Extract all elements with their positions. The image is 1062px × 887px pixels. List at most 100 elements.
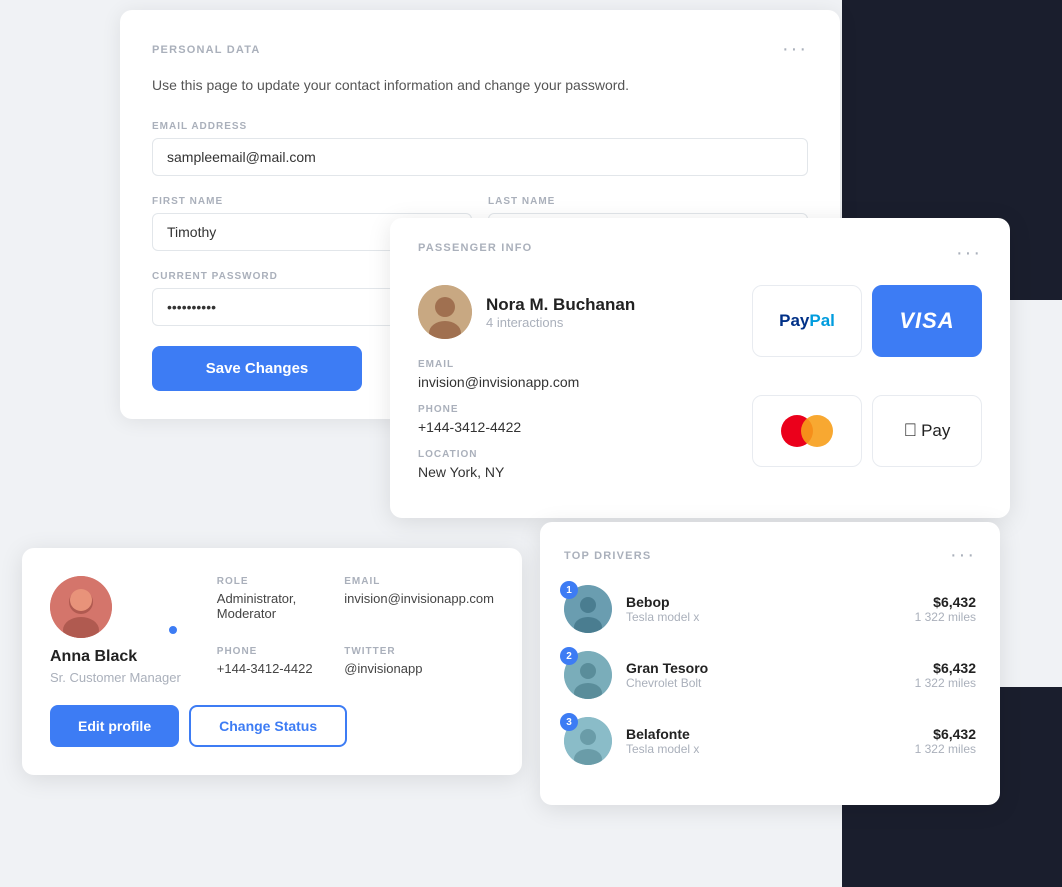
apple-icon:  [904, 420, 918, 441]
apple-pay-card[interactable]:  Pay [872, 395, 982, 467]
profile-role-value: Administrator, Moderator [217, 591, 328, 621]
save-changes-button[interactable]: Save Changes [152, 346, 362, 391]
driver-info-3: Belafonte Tesla model x [626, 726, 901, 756]
top-drivers-header: TOP DRIVERS ··· [564, 544, 976, 567]
passenger-name-info: Nora M. Buchanan 4 interactions [486, 295, 635, 330]
email-label: EMAIL ADDRESS [152, 121, 808, 132]
driver-row-3: 3 Belafonte Tesla model x $6,432 1 322 m… [564, 717, 976, 765]
top-drivers-menu-dots[interactable]: ··· [950, 544, 976, 567]
driver-earnings-2: $6,432 [915, 660, 976, 676]
profile-role-group: ROLE Administrator, Moderator [217, 576, 328, 630]
profile-twitter-value: @invisionapp [344, 661, 494, 676]
profile-avatar-wrap [50, 576, 181, 638]
passenger-phone-label: PHONE [418, 404, 728, 415]
passenger-info-left: Nora M. Buchanan 4 interactions EMAIL in… [418, 285, 728, 494]
driver-vehicle-3: Tesla model x [626, 742, 901, 756]
mastercard-logo [781, 415, 833, 447]
top-drivers-title: TOP DRIVERS [564, 550, 651, 562]
driver-vehicle-2: Chevrolet Bolt [626, 676, 901, 690]
driver-row-2: 2 Gran Tesoro Chevrolet Bolt $6,432 1 32… [564, 651, 976, 699]
driver-stats-1: $6,432 1 322 miles [915, 594, 976, 624]
profile-role-label: ROLE [217, 576, 328, 587]
last-name-label: LAST NAME [488, 196, 808, 207]
email-input[interactable] [152, 138, 808, 176]
profile-buttons: Edit profile Change Status [50, 705, 494, 747]
passenger-email-section: EMAIL invision@invisionapp.com [418, 359, 728, 390]
profile-phone-group: PHONE +144-3412-4422 [217, 646, 328, 685]
driver-rank-badge-1: 1 [560, 581, 578, 599]
driver-rank-avatar-2: 2 [564, 651, 612, 699]
profile-role-display: Sr. Customer Manager [50, 670, 181, 685]
passenger-info-menu-dots[interactable]: ··· [956, 242, 982, 265]
profile-avatar [50, 576, 112, 638]
profile-top: Anna Black Sr. Customer Manager ROLE Adm… [50, 576, 494, 685]
edit-profile-button[interactable]: Edit profile [50, 705, 179, 747]
driver-name-1: Bebop [626, 594, 901, 610]
driver-miles-1: 1 322 miles [915, 610, 976, 624]
driver-rank-avatar-1: 1 [564, 585, 612, 633]
driver-miles-2: 1 322 miles [915, 676, 976, 690]
passenger-location-value: New York, NY [418, 464, 728, 480]
profile-phone-value: +144-3412-4422 [217, 661, 328, 676]
passenger-location-section: LOCATION New York, NY [418, 449, 728, 480]
change-status-button[interactable]: Change Status [189, 705, 347, 747]
passenger-email-value: invision@invisionapp.com [418, 374, 728, 390]
passenger-phone-value: +144-3412-4422 [418, 419, 728, 435]
driver-vehicle-1: Tesla model x [626, 610, 901, 624]
profile-email-group: EMAIL invision@invisionapp.com [344, 576, 494, 630]
driver-info-2: Gran Tesoro Chevrolet Bolt [626, 660, 901, 690]
personal-data-title: PERSONAL DATA [152, 44, 261, 56]
driver-rank-badge-3: 3 [560, 713, 578, 731]
profile-status-dot [167, 624, 179, 636]
profile-avatar-svg [50, 576, 112, 638]
passenger-info-title: PASSENGER INFO [418, 242, 532, 254]
personal-data-description: Use this page to update your contact inf… [152, 77, 808, 93]
driver-rank-badge-2: 2 [560, 647, 578, 665]
driver-info-1: Bebop Tesla model x [626, 594, 901, 624]
personal-data-header: PERSONAL DATA ··· [152, 38, 808, 61]
passenger-avatar [418, 285, 472, 339]
profile-name: Anna Black [50, 648, 181, 666]
driver-stats-2: $6,432 1 322 miles [915, 660, 976, 690]
profile-card: Anna Black Sr. Customer Manager ROLE Adm… [22, 548, 522, 775]
email-field-group: EMAIL ADDRESS [152, 121, 808, 176]
paypal-card[interactable]: PayPal [752, 285, 862, 357]
passenger-name: Nora M. Buchanan [486, 295, 635, 315]
passenger-location-label: LOCATION [418, 449, 728, 460]
mc-orange-circle [801, 415, 833, 447]
first-name-label: FIRST NAME [152, 196, 472, 207]
profile-left: Anna Black Sr. Customer Manager [50, 576, 181, 685]
driver-name-3: Belafonte [626, 726, 901, 742]
driver-earnings-3: $6,432 [915, 726, 976, 742]
passenger-info-header: PASSENGER INFO ··· [418, 242, 982, 265]
mastercard-card[interactable] [752, 395, 862, 467]
profile-email-label: EMAIL [344, 576, 494, 587]
driver-rank-avatar-3: 3 [564, 717, 612, 765]
profile-phone-label: PHONE [217, 646, 328, 657]
profile-name-section: Anna Black Sr. Customer Manager [50, 648, 181, 685]
apple-pay-logo:  Pay [904, 420, 951, 441]
apple-pay-text-label: Pay [921, 421, 950, 441]
driver-stats-3: $6,432 1 322 miles [915, 726, 976, 756]
passenger-avatar-svg [418, 285, 472, 339]
paypal-logo: PayPal [779, 311, 835, 331]
profile-details: ROLE Administrator, Moderator EMAIL invi… [201, 576, 494, 685]
personal-data-menu-dots[interactable]: ··· [782, 38, 808, 61]
driver-name-2: Gran Tesoro [626, 660, 901, 676]
passenger-body: Nora M. Buchanan 4 interactions EMAIL in… [418, 285, 982, 494]
driver-miles-3: 1 322 miles [915, 742, 976, 756]
profile-twitter-label: TWITTER [344, 646, 494, 657]
passenger-email-label: EMAIL [418, 359, 728, 370]
top-drivers-card: TOP DRIVERS ··· 1 Bebop Tesla model x $6… [540, 522, 1000, 805]
passenger-name-row: Nora M. Buchanan 4 interactions [418, 285, 728, 339]
driver-earnings-1: $6,432 [915, 594, 976, 610]
passenger-interactions: 4 interactions [486, 315, 635, 330]
visa-logo: VISA [899, 308, 954, 334]
passenger-phone-section: PHONE +144-3412-4422 [418, 404, 728, 435]
visa-card[interactable]: VISA [872, 285, 982, 357]
payment-methods-grid: PayPal VISA  Pay [752, 285, 982, 494]
profile-email-value: invision@invisionapp.com [344, 591, 494, 606]
driver-row-1: 1 Bebop Tesla model x $6,432 1 322 miles [564, 585, 976, 633]
passenger-info-card: PASSENGER INFO ··· Nora M. Buchanan 4 in… [390, 218, 1010, 518]
profile-twitter-group: TWITTER @invisionapp [344, 646, 494, 685]
